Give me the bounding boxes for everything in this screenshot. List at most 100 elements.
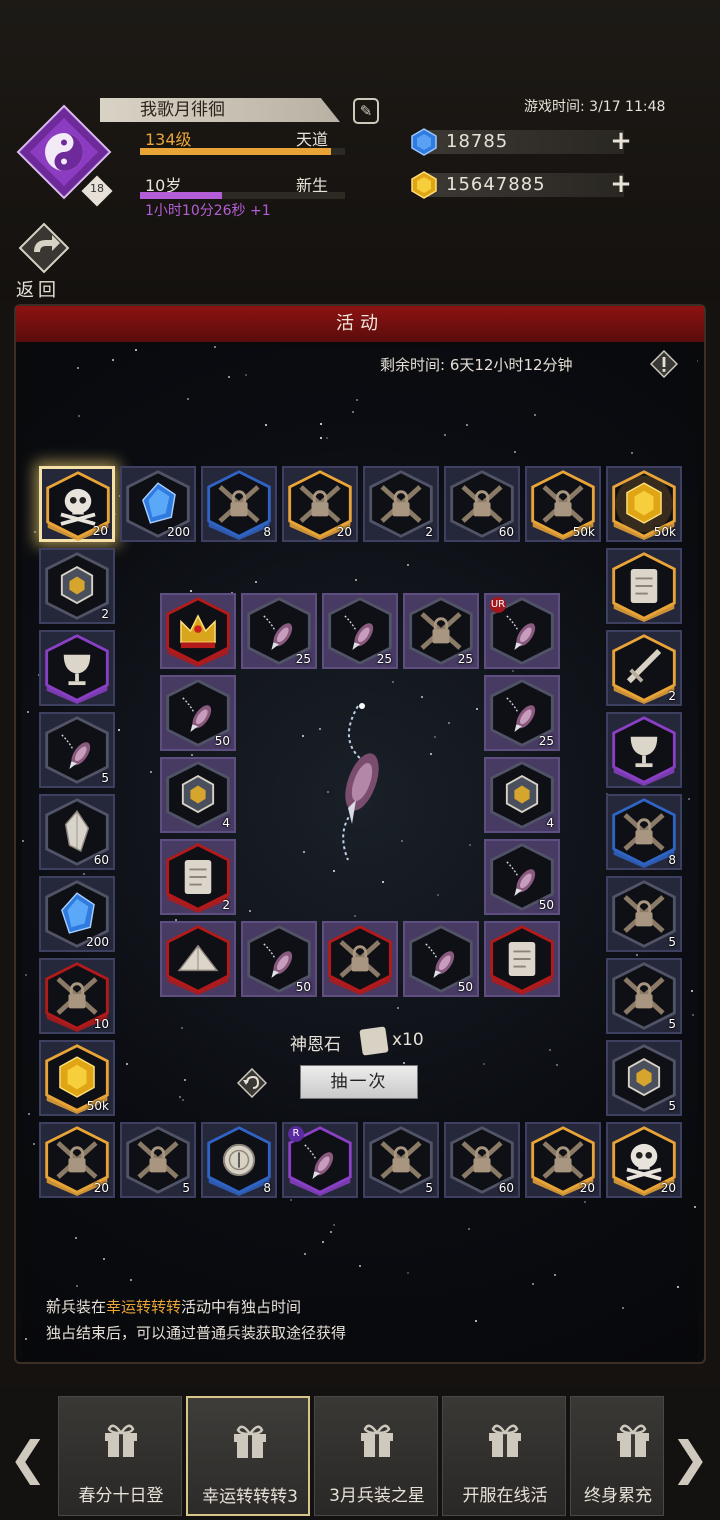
tile-count: 8 (263, 1181, 271, 1195)
outer-board-tile[interactable]: 5 (606, 876, 682, 952)
tile-count: 50 (214, 734, 230, 748)
tile-count: 2 (222, 898, 230, 912)
outer-board-tile[interactable]: 8 (201, 1122, 277, 1198)
outer-board-tile[interactable]: 200 (39, 876, 115, 952)
gift-icon (105, 1424, 137, 1457)
activity-tab-label: 3月兵装之星 (329, 1486, 425, 1506)
tile-count: 25 (376, 652, 392, 666)
pyramid-icon (166, 925, 230, 995)
tile-count: 2 (425, 525, 433, 539)
outer-board-tile[interactable]: 60 (444, 466, 520, 542)
tile-count: 60 (93, 853, 109, 867)
god-stone-icon (359, 1026, 389, 1056)
tile-count: 20 (336, 525, 352, 539)
acquire-note: 独占结束后，可以通过普通兵装获取途径获得 (46, 1324, 347, 1342)
outer-board-tile[interactable]: 60 (39, 794, 115, 870)
outer-board-tile[interactable]: 50k (606, 466, 682, 542)
inner-board-tile[interactable]: 4 (484, 757, 560, 833)
tile-count: 200 (86, 935, 109, 949)
tab-prev-arrow[interactable]: ❮ (8, 1430, 48, 1486)
tile-count: 20 (93, 1181, 109, 1195)
outer-board-tile[interactable]: 10 (39, 958, 115, 1034)
activity-tab-label: 春分十日登 (78, 1486, 164, 1506)
chalice-icon (612, 716, 676, 786)
outer-board-tile[interactable]: 20 (39, 1122, 115, 1198)
inner-board-tile[interactable] (322, 921, 398, 997)
activity-tab[interactable]: 3月兵装之星 (314, 1396, 438, 1516)
tile-count: 25 (295, 652, 311, 666)
outer-board-tile[interactable]: 5 (120, 1122, 196, 1198)
activity-tab[interactable]: 开服在线活 (442, 1396, 566, 1516)
pendant-icon (342, 703, 379, 861)
inner-board-tile[interactable]: 50 (160, 675, 236, 751)
inner-board-tile[interactable] (484, 921, 560, 997)
undo-icon[interactable] (237, 1068, 267, 1098)
activity-tab[interactable]: 终身累充 (570, 1396, 664, 1516)
rarity-badge: R (288, 1126, 304, 1142)
god-stone-count: x10 (392, 1030, 424, 1050)
tile-count: 5 (668, 935, 676, 949)
inner-board-tile[interactable]: 50 (484, 839, 560, 915)
activity-tab[interactable]: 幸运转转转3 (186, 1396, 310, 1516)
tile-count: 4 (546, 816, 554, 830)
inner-board-tile[interactable]: 2 (160, 839, 236, 915)
tile-count: 50k (86, 1099, 109, 1113)
outer-board-tile[interactable]: 20 (282, 466, 358, 542)
inner-board-tile[interactable] (160, 593, 236, 669)
tile-count: 10 (93, 1017, 109, 1031)
outer-board-tile[interactable]: 60 (444, 1122, 520, 1198)
outer-board-tile[interactable] (606, 548, 682, 624)
outer-board-tile[interactable]: 20 (606, 1122, 682, 1198)
tile-count: 50k (572, 525, 595, 539)
outer-board-tile[interactable]: R (282, 1122, 358, 1198)
locked-icon (328, 925, 392, 995)
outer-board-tile[interactable] (606, 712, 682, 788)
inner-board-tile[interactable]: 25 (484, 675, 560, 751)
inner-board-tile[interactable]: 25 (241, 593, 317, 669)
gift-icon (489, 1424, 521, 1457)
outer-board-tile[interactable]: 20 (525, 1122, 601, 1198)
inner-board-tile[interactable]: 25 (403, 593, 479, 669)
tile-count: 60 (498, 525, 514, 539)
tile-count: 2 (668, 689, 676, 703)
tab-next-arrow[interactable]: ❯ (670, 1430, 710, 1486)
outer-board-tile[interactable]: 5 (363, 1122, 439, 1198)
tile-count: 20 (660, 1181, 676, 1195)
tile-count: 50 (538, 898, 554, 912)
god-stone-label: 神恩石 (290, 1035, 341, 1055)
inner-board-tile[interactable]: 50 (241, 921, 317, 997)
inner-board-tile[interactable]: 4 (160, 757, 236, 833)
tile-count: 50 (457, 980, 473, 994)
draw-once-button[interactable]: 抽一次 (300, 1065, 418, 1099)
outer-board-tile[interactable]: 8 (201, 466, 277, 542)
inner-board-tile[interactable]: 50 (403, 921, 479, 997)
outer-board-tile[interactable]: 20 (39, 466, 115, 542)
inner-board-tile[interactable] (160, 921, 236, 997)
outer-board-tile[interactable]: 2 (39, 548, 115, 624)
outer-board-tile[interactable]: 5 (39, 712, 115, 788)
tile-count: 5 (668, 1099, 676, 1113)
outer-board-tile[interactable]: 5 (606, 958, 682, 1034)
tile-count: 50 (295, 980, 311, 994)
activity-tab[interactable]: 春分十日登 (58, 1396, 182, 1516)
note-suffix: 活动中有独占时间 (181, 1298, 302, 1316)
outer-board-tile[interactable]: 2 (606, 630, 682, 706)
note-prefix: 新兵装在 (46, 1298, 107, 1316)
tile-count: 20 (92, 524, 108, 538)
outer-board-tile[interactable]: 50k (525, 466, 601, 542)
outer-board-tile[interactable]: 2 (363, 466, 439, 542)
outer-board-tile[interactable]: 200 (120, 466, 196, 542)
outer-board-tile[interactable]: 5 (606, 1040, 682, 1116)
chalice-icon (45, 634, 109, 704)
tile-count: 8 (668, 853, 676, 867)
activity-tab-label: 幸运转转转3 (202, 1487, 298, 1507)
tile-count: 2 (101, 607, 109, 621)
inner-board-tile[interactable]: 25 (322, 593, 398, 669)
outer-board-tile[interactable] (39, 630, 115, 706)
tile-count: 60 (498, 1181, 514, 1195)
gift-icon (361, 1424, 393, 1457)
inner-board-tile[interactable]: UR (484, 593, 560, 669)
outer-board-tile[interactable]: 8 (606, 794, 682, 870)
outer-board-tile[interactable]: 50k (39, 1040, 115, 1116)
scroll-icon (612, 552, 676, 622)
